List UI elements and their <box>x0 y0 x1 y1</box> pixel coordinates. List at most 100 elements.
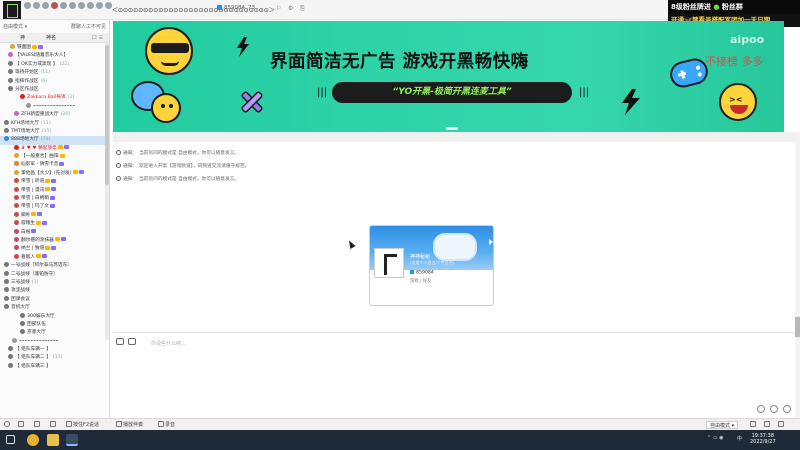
member-count: (6) <box>40 78 48 84</box>
channel-tree-item[interactable]: 看敌人 <box>0 253 109 262</box>
record-icon[interactable] <box>51 2 58 9</box>
layout-icon[interactable] <box>750 421 757 428</box>
mode-dropdown[interactable]: 自由模式 ▾ <box>3 23 27 30</box>
channel-tree-item[interactable]: 音机大厅 <box>0 304 109 312</box>
push-to-talk-button[interactable]: 按住F2说话 <box>66 421 99 428</box>
settings-icon[interactable] <box>778 421 785 428</box>
avatar[interactable] <box>374 248 404 278</box>
channel-icon <box>14 195 19 201</box>
favorite-icon[interactable]: ⚐ <box>276 5 281 12</box>
chrome-icon[interactable] <box>27 434 39 446</box>
system-clock[interactable]: 19:37:38 2022/9/27 <box>750 433 776 445</box>
channel-tree-item[interactable]: TMT场地大厅 (35) <box>0 127 109 136</box>
chat-divider <box>113 132 795 142</box>
microphone-icon[interactable] <box>34 421 41 428</box>
font-icon[interactable] <box>783 405 791 413</box>
share-icon[interactable]: ⎘ <box>300 5 305 13</box>
channel-tree-item[interactable]: 铁面图 <box>0 44 109 52</box>
channel-tree-item[interactable]: 攻坚战线 <box>0 287 109 295</box>
settings-gear-icon[interactable]: ⚙ <box>288 5 293 12</box>
promo-banner[interactable]: ||| ||| 界面简洁无广告 游戏开黑畅快嗨 “YO开黑-极简开黑连麦工具” … <box>113 21 784 132</box>
composer-toolbar <box>116 338 136 345</box>
channel-tree-item[interactable]: 300娱乐大厅 <box>0 312 109 321</box>
channel-tree-item[interactable]: 脚朴 <box>0 211 109 220</box>
speaker-icon[interactable] <box>18 421 25 428</box>
bolt-icon <box>622 89 640 115</box>
search-icon[interactable] <box>128 338 136 345</box>
channel-icon <box>12 337 17 343</box>
search-icon[interactable] <box>69 2 76 9</box>
chat-icon[interactable] <box>770 405 778 413</box>
file-explorer-icon[interactable] <box>47 434 59 446</box>
channel-tree-item[interactable]: 【一般重合】曲阳 <box>0 153 109 161</box>
channel-tree-item[interactable]: 二号战线（蓬铂防守） <box>0 270 109 279</box>
channel-tree-item[interactable]: 翻尔擅的涂抹器 <box>0 236 109 245</box>
channel-tree-item[interactable]: 三号战线 (1) <box>0 278 109 287</box>
banner-slogan: “YO开黑-极简开黑连麦工具” <box>332 82 572 103</box>
channel-tree-item[interactable]: ZFH新盟重战大厅 (26) <box>0 111 109 119</box>
channel-tree-item[interactable]: 分区作战区 <box>0 85 109 94</box>
emoji-icon[interactable] <box>116 338 124 345</box>
channel-icon <box>14 144 19 150</box>
channel-tree-item[interactable]: 指挥作战区 (6) <box>0 77 109 86</box>
user-profile-card[interactable]: 神神秘秘 (这是个人签名/个性签名) 859084 游戏 | 好友 <box>369 225 494 306</box>
channel-tree-item[interactable]: Zakkara Ball导演 (2) <box>0 94 109 102</box>
app-logo-icon[interactable] <box>3 1 21 19</box>
menu-icon[interactable] <box>78 2 85 9</box>
play-music-button[interactable]: 播放伴奏 <box>116 421 143 428</box>
banner-pagination[interactable] <box>446 127 458 130</box>
channel-tree-item[interactable]: 纳兰 | 独值 <box>0 245 109 253</box>
star-icon[interactable] <box>105 2 112 9</box>
channel-tree-item[interactable]: 帝雪 | 玛丁文 <box>0 203 109 211</box>
sidebar-scrollbar[interactable] <box>105 43 109 340</box>
channel-tree-item[interactable]: ⌁⌁⌁⌁⌁⌁⌁⌁⌁⌁⌁⌁⌁⌁ <box>0 337 109 346</box>
channel-tree-item[interactable]: 888场地大厅 (70) <box>0 136 109 145</box>
channel-icon <box>8 60 13 66</box>
channel-tree-item[interactable]: 帝雪 | 听道 <box>0 178 109 186</box>
channel-tree-item[interactable]: 【 OK实力或黑现 】 (22) <box>0 60 109 69</box>
channel-tree-item[interactable]: 帝雪 | 漫讯 <box>0 186 109 195</box>
record-button[interactable]: 录音 <box>158 421 175 428</box>
card-actions[interactable]: 游戏 | 好友 <box>410 278 431 284</box>
message-input[interactable]: 你说些什么吧... <box>151 340 186 347</box>
channel-tree-item[interactable]: 京墨大厅 <box>0 329 109 337</box>
channel-tree-item[interactable]: ♛ ♥ ♥ 精起放电 <box>0 144 109 153</box>
channel-tree-item[interactable]: 团课会议 <box>0 295 109 304</box>
channel-tree-item[interactable]: 一号战线（阿尔泰马苏迈东） <box>0 262 109 270</box>
share-icon[interactable] <box>60 2 67 9</box>
ime-indicator[interactable]: 中 <box>737 435 742 442</box>
windows-start-icon[interactable] <box>6 435 15 444</box>
enter-icon[interactable] <box>757 405 765 413</box>
channel-tree-item[interactable]: 【 组队车辆三 】 <box>0 362 109 371</box>
avatar-small[interactable] <box>4 421 11 428</box>
chat-icon[interactable] <box>33 2 40 9</box>
tray-icons[interactable]: ⌃ ▭ ◉ <box>707 435 723 441</box>
list-icon[interactable] <box>96 2 103 9</box>
mode-select[interactable]: 自由模式 ▾ <box>706 421 739 429</box>
channel-label: 等待开始区 <box>15 70 39 76</box>
yy-app-icon[interactable] <box>66 434 78 446</box>
info-icon <box>116 176 121 181</box>
channel-tree-item[interactable]: 寂粮生 <box>0 220 109 228</box>
chat-scrollbar[interactable] <box>795 132 800 418</box>
column-options[interactable]: 口 ☰ <box>92 34 103 41</box>
channel-tree-item[interactable]: ⌁⌁⌁⌁⌁⌁⌁⌁⌁⌁⌁⌁⌁⌁⌁ <box>0 102 109 111</box>
channel-tree-item[interactable]: 【 组队车辆二 】 (11) <box>0 354 109 362</box>
channel-tree-item[interactable]: 帝雪 | 白柄鞘 <box>0 195 109 203</box>
gift-icon[interactable] <box>42 2 49 9</box>
channel-label: 团部队伍 <box>27 321 46 327</box>
channel-tree-item[interactable]: 【 组队车辆一 】 <box>0 346 109 354</box>
headset-icon[interactable] <box>764 421 771 428</box>
channel-tree-item[interactable]: 团部队伍 <box>0 320 109 329</box>
channel-tree-item[interactable]: 仙影军 - 倩雪卡音 <box>0 161 109 169</box>
channel-tree-item[interactable]: 白根 <box>0 228 109 237</box>
group-icon[interactable] <box>24 2 31 9</box>
channel-tree-item[interactable]: 掌他昌【大少】(先对发) <box>0 169 109 178</box>
volume-icon[interactable] <box>50 421 57 428</box>
channel-label: 攻坚战线 <box>11 288 30 294</box>
channel-tree-item[interactable]: KFH场地大厅 (11) <box>0 119 109 128</box>
channel-tree-item[interactable]: 等待开始区 (11) <box>0 69 109 77</box>
chevron-right-icon[interactable] <box>489 239 493 245</box>
channel-tree-item[interactable]: 【YALESI随着音乐大人】 <box>0 52 109 60</box>
settings-icon[interactable] <box>87 2 94 9</box>
